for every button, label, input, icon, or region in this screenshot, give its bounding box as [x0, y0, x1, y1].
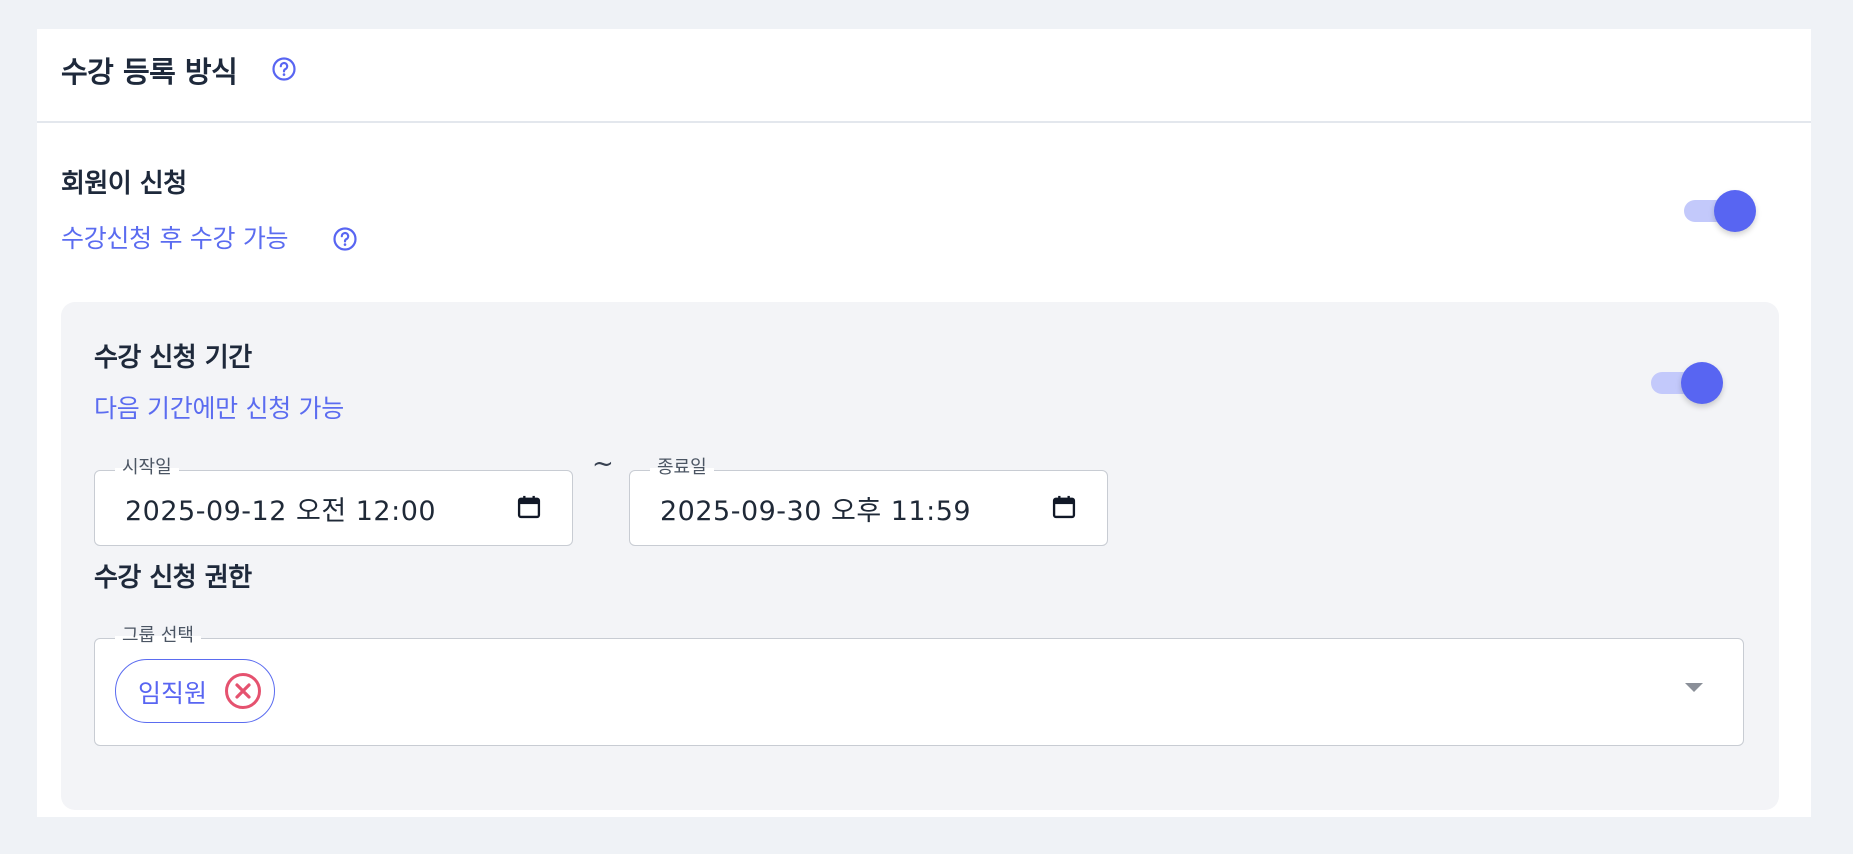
apply-permission-title: 수강 신청 권한	[94, 563, 252, 593]
group-select-label: 그룹 선택	[115, 624, 201, 648]
start-date-label: 시작일	[115, 456, 179, 480]
apply-settings-panel: 수강 신청 기간 다음 기간에만 신청 가능 시작일 2025-09-12 오전…	[61, 302, 1779, 810]
apply-period-title: 수강 신청 기간	[94, 343, 252, 373]
section-title: 수강 등록 방식	[61, 55, 238, 89]
start-date-value[interactable]: 2025-09-12 오전 12:00	[125, 489, 436, 528]
apply-period-toggle[interactable]	[1651, 361, 1723, 405]
question-circle-icon[interactable]	[332, 226, 358, 252]
end-date-field[interactable]: 종료일 2025-09-30 오후 11:59	[629, 456, 1108, 546]
start-date-field[interactable]: 시작일 2025-09-12 오전 12:00	[94, 456, 573, 546]
enrollment-method-card: 수강 등록 방식 회원이 신청 수강신청 후 수강 가능 수강 신청 기간 다음…	[37, 29, 1811, 817]
end-date-label: 종료일	[650, 456, 714, 480]
group-chip[interactable]: 임직원	[115, 659, 275, 723]
member-apply-title: 회원이 신청	[61, 169, 187, 199]
member-apply-subtitle: 수강신청 후 수강 가능	[61, 224, 289, 253]
group-chip-label: 임직원	[138, 679, 208, 708]
date-range-separator: ~	[592, 449, 614, 479]
toggle-thumb	[1681, 362, 1723, 404]
card-header: 수강 등록 방식	[37, 29, 1811, 123]
caret-down-icon[interactable]	[1685, 683, 1703, 692]
end-date-value[interactable]: 2025-09-30 오후 11:59	[660, 489, 971, 528]
member-apply-toggle[interactable]	[1684, 189, 1756, 233]
calendar-icon[interactable]	[515, 493, 543, 521]
calendar-icon[interactable]	[1050, 493, 1078, 521]
close-circle-icon[interactable]	[224, 672, 262, 710]
group-select[interactable]: 그룹 선택 임직원	[94, 624, 1744, 746]
apply-period-subtitle: 다음 기간에만 신청 가능	[94, 394, 344, 423]
toggle-thumb	[1714, 190, 1756, 232]
question-circle-icon[interactable]	[271, 56, 297, 82]
